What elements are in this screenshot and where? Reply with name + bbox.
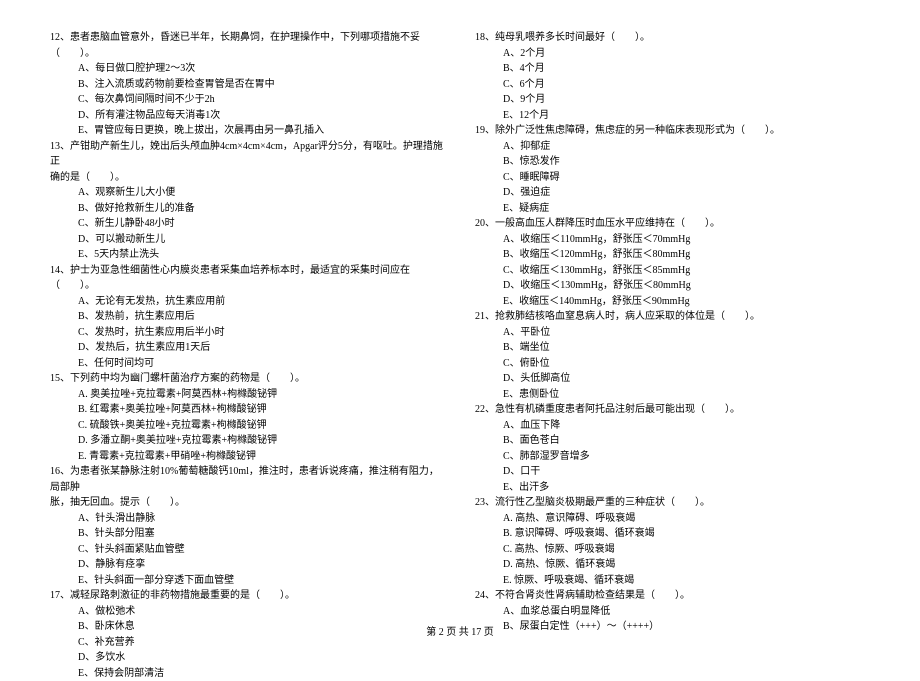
question-option: E、出汗多 (475, 480, 870, 496)
question-option: A、无论有无发热，抗生素应用前 (50, 294, 445, 310)
question-option: D. 多潘立酮+奥美拉唑+克拉霉素+枸橼酸铋钾 (50, 433, 445, 449)
question-option: C、发热时，抗生素应用后半小时 (50, 325, 445, 341)
question-20: 20、一般高血压人群降压时血压水平应维持在（ ）。 A、收缩压＜110mmHg，… (475, 216, 870, 309)
question-23: 23、流行性乙型脑炎极期最严重的三种症状（ ）。 A. 高热、意识障碍、呼吸衰竭… (475, 495, 870, 588)
question-option: C、收缩压＜130mmHg，舒张压＜85mmHg (475, 263, 870, 279)
question-option: B. 意识障碍、呼吸衰竭、循环衰竭 (475, 526, 870, 542)
question-option: C、俯卧位 (475, 356, 870, 372)
question-stem: 13、产钳助产新生儿，娩出后头颅血肿4cm×4cm×4cm，Apgar评分5分，… (50, 139, 445, 170)
question-option: D、9个月 (475, 92, 870, 108)
question-option: D、强迫症 (475, 185, 870, 201)
question-option: B、惊恐发作 (475, 154, 870, 170)
question-option: E、任何时间均可 (50, 356, 445, 372)
question-option: E、保持会阴部清洁 (50, 666, 445, 681)
question-option: B、做好抢救新生儿的准备 (50, 201, 445, 217)
question-option: D、多饮水 (50, 650, 445, 666)
question-option: D、发热后，抗生素应用1天后 (50, 340, 445, 356)
question-19: 19、除外广泛性焦虑障碍，焦虑症的另一种临床表现形式为（ ）。 A、抑郁症 B、… (475, 123, 870, 216)
question-option: E. 青霉素+克拉霉素+甲硝唑+枸橼酸铋钾 (50, 449, 445, 465)
question-stem: 14、护士为亚急性细菌性心内膜炎患者采集血培养标本时，最适宜的采集时间应在（ ）… (50, 263, 445, 294)
question-21: 21、抢救肺结核咯血窒息病人时，病人应采取的体位是（ ）。 A、平卧位 B、端坐… (475, 309, 870, 402)
question-option: A. 奥美拉唑+克拉霉素+阿莫西林+枸橼酸铋钾 (50, 387, 445, 403)
question-option: E、收缩压＜140mmHg，舒张压＜90mmHg (475, 294, 870, 310)
question-option: A、收缩压＜110mmHg，舒张压＜70mmHg (475, 232, 870, 248)
question-stem: 21、抢救肺结核咯血窒息病人时，病人应采取的体位是（ ）。 (475, 309, 870, 325)
question-12: 12、患者患脑血管意外，昏迷已半年，长期鼻饲，在护理操作中，下列哪项措施不妥（ … (50, 30, 445, 139)
column-left: 12、患者患脑血管意外，昏迷已半年，长期鼻饲，在护理操作中，下列哪项措施不妥（ … (50, 30, 445, 610)
question-stem: 20、一般高血压人群降压时血压水平应维持在（ ）。 (475, 216, 870, 232)
question-option: A、血压下降 (475, 418, 870, 434)
question-option: B、面色苍白 (475, 433, 870, 449)
question-stem-cont: 确的是（ ）。 (50, 170, 445, 186)
question-option: B、4个月 (475, 61, 870, 77)
question-stem: 17、减轻尿路刺激征的非药物措施最重要的是（ ）。 (50, 588, 445, 604)
question-option: E、12个月 (475, 108, 870, 124)
two-column-layout: 12、患者患脑血管意外，昏迷已半年，长期鼻饲，在护理操作中，下列哪项措施不妥（ … (50, 30, 870, 610)
question-stem: 22、急性有机磷重度患者阿托品注射后最可能出现（ ）。 (475, 402, 870, 418)
question-option: A. 高热、意识障碍、呼吸衰竭 (475, 511, 870, 527)
question-option: E、疑病症 (475, 201, 870, 217)
question-option: B、端坐位 (475, 340, 870, 356)
question-option: A、每日做口腔护理2～3次 (50, 61, 445, 77)
question-option: B. 红霉素+奥美拉唑+阿莫西林+枸橼酸铋钾 (50, 402, 445, 418)
question-stem: 19、除外广泛性焦虑障碍，焦虑症的另一种临床表现形式为（ ）。 (475, 123, 870, 139)
question-18: 18、纯母乳喂养多长时间最好（ ）。 A、2个月 B、4个月 C、6个月 D、9… (475, 30, 870, 123)
question-option: A、抑郁症 (475, 139, 870, 155)
question-16: 16、为患者张某静脉注射10%葡萄糖酸钙10ml，推注时，患者诉说疼痛，推注稍有… (50, 464, 445, 588)
question-option: E、患侧卧位 (475, 387, 870, 403)
question-option: C、睡眠障碍 (475, 170, 870, 186)
question-stem: 15、下列药中均为幽门螺杆菌治疗方案的药物是（ ）。 (50, 371, 445, 387)
question-option: A、做松弛术 (50, 604, 445, 620)
question-option: E、针头斜面一部分穿透下面血管壁 (50, 573, 445, 589)
question-15: 15、下列药中均为幽门螺杆菌治疗方案的药物是（ ）。 A. 奥美拉唑+克拉霉素+… (50, 371, 445, 464)
question-stem: 24、不符合肾炎性肾病辅助检查结果是（ ）。 (475, 588, 870, 604)
question-option: D、收缩压＜130mmHg，舒张压＜80mmHg (475, 278, 870, 294)
question-option: C、每次鼻饲间隔时间不少于2h (50, 92, 445, 108)
question-option: D、口干 (475, 464, 870, 480)
question-option: E、5天内禁止洗头 (50, 247, 445, 263)
question-option: D、头低脚高位 (475, 371, 870, 387)
question-option: C. 高热、惊厥、呼吸衰竭 (475, 542, 870, 558)
question-option: C、6个月 (475, 77, 870, 93)
question-option: D、静脉有痉挛 (50, 557, 445, 573)
question-option: E. 惊厥、呼吸衰竭、循环衰竭 (475, 573, 870, 589)
question-option: B、注入流质或药物前要检查胃管是否在胃中 (50, 77, 445, 93)
question-stem: 23、流行性乙型脑炎极期最严重的三种症状（ ）。 (475, 495, 870, 511)
question-13: 13、产钳助产新生儿，娩出后头颅血肿4cm×4cm×4cm，Apgar评分5分，… (50, 139, 445, 263)
question-option: A、针头滑出静脉 (50, 511, 445, 527)
question-option: D. 高热、惊厥、循环衰竭 (475, 557, 870, 573)
question-14: 14、护士为亚急性细菌性心内膜炎患者采集血培养标本时，最适宜的采集时间应在（ ）… (50, 263, 445, 372)
question-option: E、胃管应每日更换，晚上拔出，次晨再由另一鼻孔插入 (50, 123, 445, 139)
question-option: A、观察新生儿大小便 (50, 185, 445, 201)
question-option: C. 硫酸铁+奥美拉唑+克拉霉素+枸橼酸铋钾 (50, 418, 445, 434)
question-stem: 12、患者患脑血管意外，昏迷已半年，长期鼻饲，在护理操作中，下列哪项措施不妥（ … (50, 30, 445, 61)
question-option: B、收缩压＜120mmHg，舒张压＜80mmHg (475, 247, 870, 263)
question-option: A、平卧位 (475, 325, 870, 341)
question-option: B、针头部分阻塞 (50, 526, 445, 542)
question-22: 22、急性有机磷重度患者阿托品注射后最可能出现（ ）。 A、血压下降 B、面色苍… (475, 402, 870, 495)
question-stem: 18、纯母乳喂养多长时间最好（ ）。 (475, 30, 870, 46)
question-option: C、肺部湿罗音增多 (475, 449, 870, 465)
question-option: D、可以搬动新生儿 (50, 232, 445, 248)
question-option: D、所有灌注物品应每天消毒1次 (50, 108, 445, 124)
question-option: C、针头斜面紧贴血管壁 (50, 542, 445, 558)
column-right: 18、纯母乳喂养多长时间最好（ ）。 A、2个月 B、4个月 C、6个月 D、9… (475, 30, 870, 610)
question-stem-cont: 胀，抽无回血。提示（ ）。 (50, 495, 445, 511)
question-option: A、血浆总蛋白明显降低 (475, 604, 870, 620)
page-footer: 第 2 页 共 17 页 (0, 623, 920, 638)
question-option: A、2个月 (475, 46, 870, 62)
question-option: C、新生儿静卧48小时 (50, 216, 445, 232)
question-stem: 16、为患者张某静脉注射10%葡萄糖酸钙10ml，推注时，患者诉说疼痛，推注稍有… (50, 464, 445, 495)
question-option: B、发热前，抗生素应用后 (50, 309, 445, 325)
